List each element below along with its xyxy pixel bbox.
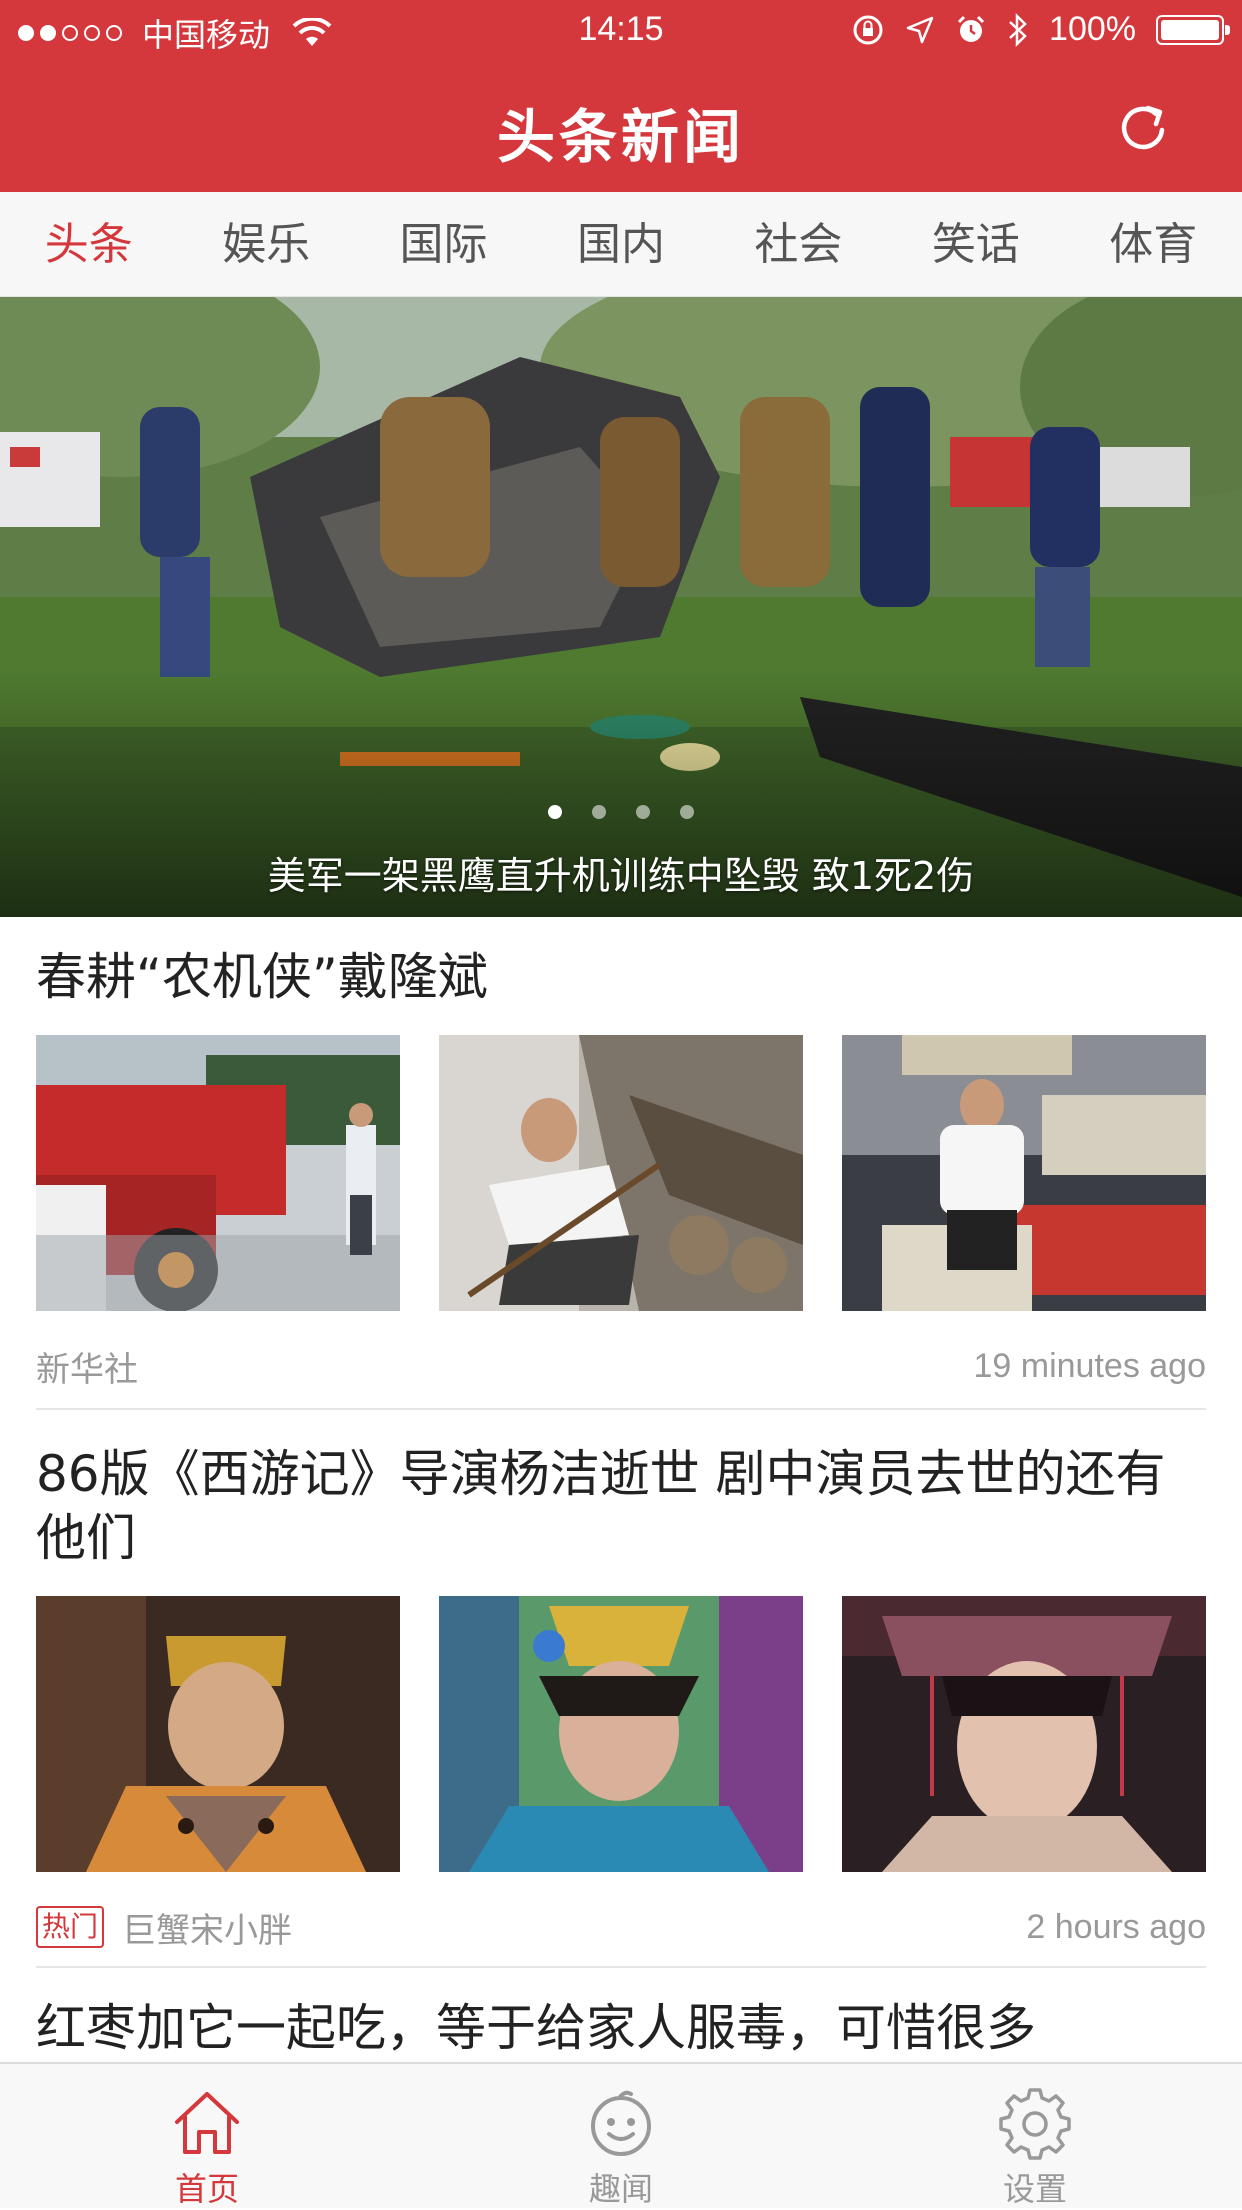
news-thumbnail — [36, 1596, 400, 1872]
status-bar: 中国移动 14:15 100% — [0, 0, 1242, 62]
tab-domestic[interactable]: 国内 — [532, 192, 709, 296]
news-time: 19 minutes ago — [973, 1346, 1207, 1385]
news-title: 红枣加它一起吃，等于给家人服毒，可惜很多 — [36, 1999, 1036, 2057]
top-bar: 中国移动 14:15 100% 头条新闻 — [0, 0, 1242, 192]
carousel-page-indicator — [0, 805, 1242, 819]
refresh-icon[interactable] — [1112, 96, 1176, 160]
news-item[interactable]: 春耕“农机侠”戴隆斌 新华社 19 minutes ago — [36, 945, 1206, 1391]
carousel-dot[interactable] — [680, 805, 694, 819]
bluetooth-icon — [1009, 12, 1027, 47]
tabbar-home[interactable]: 首页 — [0, 2064, 414, 2208]
divider — [36, 1408, 1206, 1410]
tabbar-label: 首页 — [174, 2170, 239, 2208]
smiley-icon — [591, 2090, 651, 2156]
news-thumbnail — [439, 1596, 803, 1872]
tab-headlines[interactable]: 头条 — [0, 192, 177, 296]
news-source: 新华社 — [36, 1349, 138, 1390]
hot-badge: 热门 — [36, 1906, 105, 1948]
category-tabs: 头条 娱乐 国际 国内 社会 笑话 体育 — [0, 192, 1242, 297]
battery-percent: 100% — [1049, 10, 1136, 48]
news-thumbnail — [842, 1596, 1206, 1872]
tab-entertainment[interactable]: 娱乐 — [177, 192, 354, 296]
tab-jokes[interactable]: 笑话 — [887, 192, 1064, 296]
carousel-image — [0, 297, 1242, 917]
nav-bar: 头条新闻 — [0, 62, 1242, 192]
carousel-dot[interactable] — [636, 805, 650, 819]
news-thumbnails — [36, 1596, 1206, 1872]
gear-icon — [999, 2088, 1071, 2160]
divider — [36, 1966, 1206, 1968]
tabbar-settings[interactable]: 设置 — [828, 2064, 1242, 2208]
news-item[interactable]: 红枣加它一起吃，等于给家人服毒，可惜很多 — [36, 1996, 1206, 2060]
carousel-caption: 美军一架黑鹰直升机训练中坠毁 致1死2伤 — [267, 854, 975, 898]
news-thumbnail — [842, 1035, 1206, 1311]
home-icon — [175, 2092, 239, 2154]
tab-society[interactable]: 社会 — [710, 192, 887, 296]
tabbar-fun-news[interactable]: 趣闻 — [414, 2064, 828, 2208]
carousel-dot[interactable] — [592, 805, 606, 819]
news-thumbnail — [36, 1035, 400, 1311]
battery-icon — [1156, 14, 1230, 45]
news-title: 春耕“农机侠”戴隆斌 — [36, 948, 488, 1006]
tab-international[interactable]: 国际 — [355, 192, 532, 296]
tab-sports[interactable]: 体育 — [1065, 192, 1242, 296]
alarm-icon — [957, 15, 985, 42]
news-title: 86版《西游记》导演杨洁逝世 剧中演员去世的还有他们 — [36, 1445, 1166, 1567]
headline-carousel[interactable]: 美军一架黑鹰直升机训练中坠毁 致1死2伤 — [0, 297, 1242, 917]
news-thumbnail — [439, 1035, 803, 1311]
news-meta: 热门 巨蟹宋小胖 2 hours ago — [36, 1902, 1206, 1952]
news-time: 2 hours ago — [1026, 1907, 1206, 1946]
news-meta: 新华社 19 minutes ago — [36, 1341, 1206, 1391]
news-thumbnails — [36, 1035, 1206, 1311]
bottom-tab-bar: 首页 趣闻 设置 — [0, 2062, 1242, 2208]
rotation-lock-icon — [853, 15, 883, 44]
news-item[interactable]: 86版《西游记》导演杨洁逝世 剧中演员去世的还有他们 热门 巨蟹宋小胖 2 ho… — [36, 1442, 1206, 1952]
tabbar-label: 设置 — [1002, 2170, 1067, 2208]
app-title: 头条新闻 — [496, 103, 745, 171]
news-source: 巨蟹宋小胖 — [122, 1910, 293, 1951]
carousel-dot[interactable] — [548, 805, 562, 819]
location-icon — [906, 16, 934, 43]
tabbar-label: 趣闻 — [588, 2170, 653, 2208]
